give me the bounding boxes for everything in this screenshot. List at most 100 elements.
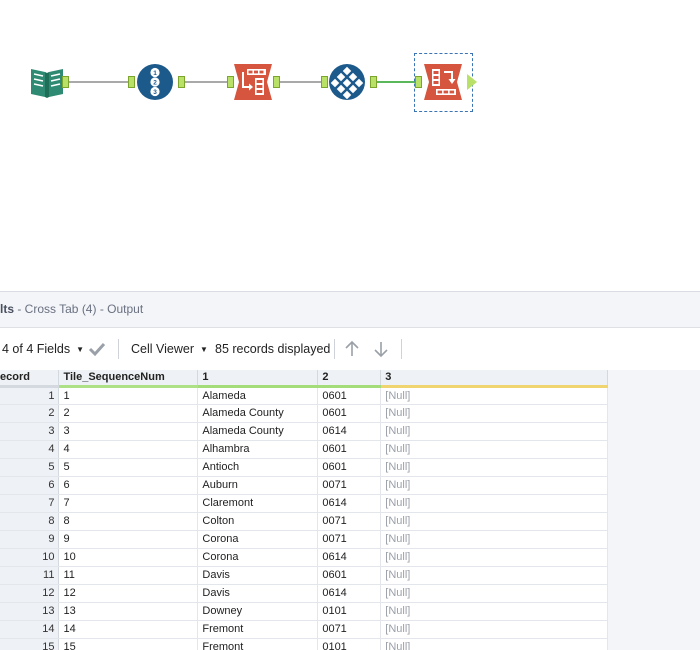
table-row[interactable]: 7 7 Claremont 0614 [Null] <box>0 494 608 513</box>
column-3-cell[interactable]: [Null] <box>380 386 608 405</box>
record-number-cell[interactable]: 15 <box>0 638 60 650</box>
fields-dropdown[interactable]: 4 of 4 Fields ▼ <box>2 328 84 370</box>
table-row[interactable]: 15 15 Fremont 0101 [Null] <box>0 638 608 650</box>
output-anchor[interactable] <box>62 76 69 88</box>
column-1-cell[interactable]: Fremont <box>197 620 319 639</box>
connection-line[interactable] <box>184 81 233 83</box>
table-row[interactable]: 14 14 Fremont 0071 [Null] <box>0 620 608 639</box>
input-anchor[interactable] <box>128 76 135 88</box>
column-3-cell[interactable]: [Null] <box>380 584 608 603</box>
column-2-cell[interactable]: 0071 <box>317 530 382 549</box>
column-3-cell[interactable]: [Null] <box>380 548 608 567</box>
column-3-cell[interactable]: [Null] <box>380 602 608 621</box>
table-row[interactable]: 10 10 Corona 0614 [Null] <box>0 548 608 567</box>
output-anchor[interactable] <box>467 74 477 90</box>
column-2-cell[interactable]: 0601 <box>317 566 382 585</box>
tile-sequence-cell[interactable]: 15 <box>58 638 199 650</box>
transpose-tool-icon[interactable] <box>234 63 272 101</box>
column-2-cell[interactable]: 0601 <box>317 404 382 423</box>
column-1-cell[interactable]: Claremont <box>197 494 319 513</box>
input-anchor[interactable] <box>415 76 422 88</box>
scroll-up-button[interactable] <box>344 328 360 370</box>
cross-tab-tool-icon[interactable] <box>424 63 462 101</box>
tile-tool-icon[interactable] <box>328 63 366 101</box>
record-number-cell[interactable]: 3 <box>0 422 60 441</box>
connection-line[interactable] <box>279 81 323 83</box>
record-number-cell[interactable]: 12 <box>0 584 60 603</box>
column-3-cell[interactable]: [Null] <box>380 440 608 459</box>
record-number-cell[interactable]: 9 <box>0 530 60 549</box>
column-1-cell[interactable]: Corona <box>197 548 319 567</box>
connection-line-selected[interactable] <box>376 81 416 83</box>
table-row[interactable]: 8 8 Colton 0071 [Null] <box>0 512 608 531</box>
record-number-cell[interactable]: 13 <box>0 602 60 621</box>
column-2-cell[interactable]: 0614 <box>317 422 382 441</box>
column-header-record[interactable]: ecord <box>0 370 60 388</box>
column-3-cell[interactable]: [Null] <box>380 620 608 639</box>
scroll-down-button[interactable] <box>373 328 389 370</box>
tile-sequence-cell[interactable]: 9 <box>58 530 199 549</box>
tile-sequence-cell[interactable]: 3 <box>58 422 199 441</box>
column-2-cell[interactable]: 0614 <box>317 548 382 567</box>
workflow-canvas[interactable]: 1 2 3 <box>0 0 700 291</box>
column-3-cell[interactable]: [Null] <box>380 566 608 585</box>
tile-sequence-cell[interactable]: 13 <box>58 602 199 621</box>
table-row[interactable]: 9 9 Corona 0071 [Null] <box>0 530 608 549</box>
column-1-cell[interactable]: Downey <box>197 602 319 621</box>
column-2-cell[interactable]: 0101 <box>317 602 382 621</box>
column-3-cell[interactable]: [Null] <box>380 494 608 513</box>
input-anchor[interactable] <box>321 76 328 88</box>
table-row[interactable]: 13 13 Downey 0101 [Null] <box>0 602 608 621</box>
record-number-cell[interactable]: 14 <box>0 620 60 639</box>
column-2-cell[interactable]: 0614 <box>317 494 382 513</box>
cell-viewer-dropdown[interactable]: Cell Viewer ▼ <box>131 328 208 370</box>
column-1-cell[interactable]: Davis <box>197 584 319 603</box>
column-1-cell[interactable]: Alhambra <box>197 440 319 459</box>
column-2-cell[interactable]: 0601 <box>317 458 382 477</box>
column-1-cell[interactable]: Corona <box>197 530 319 549</box>
input-anchor[interactable] <box>227 76 234 88</box>
table-row[interactable]: 12 12 Davis 0614 [Null] <box>0 584 608 603</box>
record-number-cell[interactable]: 1 <box>0 386 60 405</box>
record-number-cell[interactable]: 4 <box>0 440 60 459</box>
tile-sequence-cell[interactable]: 14 <box>58 620 199 639</box>
column-3-cell[interactable]: [Null] <box>380 458 608 477</box>
column-2-cell[interactable]: 0071 <box>317 476 382 495</box>
column-3-cell[interactable]: [Null] <box>380 530 608 549</box>
record-number-cell[interactable]: 11 <box>0 566 60 585</box>
record-number-cell[interactable]: 2 <box>0 404 60 423</box>
results-grid[interactable]: ecord Tile_SequenceNum 1 2 3 1 1 Alameda 06… <box>0 370 608 650</box>
tile-sequence-cell[interactable]: 2 <box>58 404 199 423</box>
output-anchor[interactable] <box>273 76 280 88</box>
column-header-tile-sequence[interactable]: Tile_SequenceNum <box>58 370 199 388</box>
column-1-cell[interactable]: Alameda County <box>197 404 319 423</box>
column-header-1[interactable]: 1 <box>197 370 319 388</box>
tile-sequence-cell[interactable]: 12 <box>58 584 199 603</box>
tile-sequence-cell[interactable]: 7 <box>58 494 199 513</box>
table-row[interactable]: 11 11 Davis 0601 [Null] <box>0 566 608 585</box>
column-header-2[interactable]: 2 <box>317 370 382 388</box>
tile-sequence-cell[interactable]: 5 <box>58 458 199 477</box>
record-id-tool-icon[interactable]: 1 2 3 <box>136 63 174 101</box>
column-1-cell[interactable]: Alameda <box>197 386 319 405</box>
column-2-cell[interactable]: 0601 <box>317 386 382 405</box>
column-1-cell[interactable]: Fremont <box>197 638 319 650</box>
column-2-cell[interactable]: 0614 <box>317 584 382 603</box>
column-1-cell[interactable]: Auburn <box>197 476 319 495</box>
column-3-cell[interactable]: [Null] <box>380 404 608 423</box>
output-anchor[interactable] <box>178 76 185 88</box>
record-number-cell[interactable]: 6 <box>0 476 60 495</box>
apply-checkmark-button[interactable] <box>88 328 106 370</box>
tile-sequence-cell[interactable]: 6 <box>58 476 199 495</box>
table-row[interactable]: 3 3 Alameda County 0614 [Null] <box>0 422 608 441</box>
column-3-cell[interactable]: [Null] <box>380 638 608 650</box>
tile-sequence-cell[interactable]: 4 <box>58 440 199 459</box>
column-1-cell[interactable]: Colton <box>197 512 319 531</box>
connection-line[interactable] <box>66 81 130 83</box>
tile-sequence-cell[interactable]: 11 <box>58 566 199 585</box>
column-3-cell[interactable]: [Null] <box>380 422 608 441</box>
column-2-cell[interactable]: 0601 <box>317 440 382 459</box>
record-number-cell[interactable]: 5 <box>0 458 60 477</box>
tile-sequence-cell[interactable]: 8 <box>58 512 199 531</box>
table-row[interactable]: 5 5 Antioch 0601 [Null] <box>0 458 608 477</box>
